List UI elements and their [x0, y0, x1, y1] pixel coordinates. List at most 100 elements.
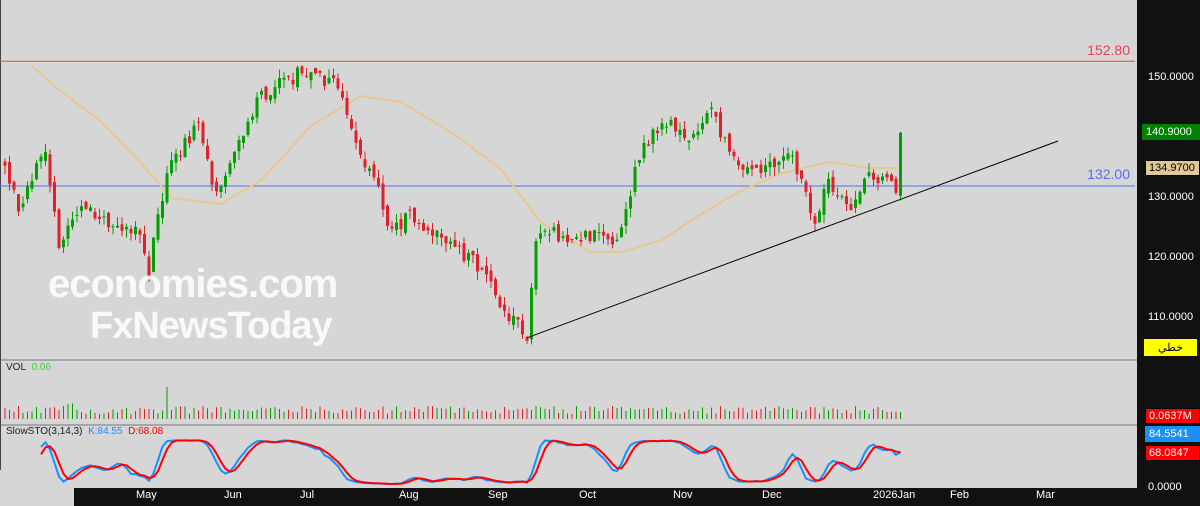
candle-body [188, 136, 191, 144]
candle-body [836, 195, 839, 197]
candle-body [530, 287, 533, 340]
candle-body [219, 186, 223, 192]
candle-body [89, 207, 92, 212]
candle-body [534, 241, 538, 290]
candle-body [75, 214, 79, 216]
candle-body [759, 164, 763, 173]
candle-body [143, 234, 146, 254]
candle-body [813, 216, 817, 224]
candle-body [498, 296, 502, 308]
candle-body [633, 167, 637, 192]
candle-body [624, 209, 628, 226]
candle-body [125, 226, 128, 230]
candle-body [404, 213, 407, 233]
candle-body [566, 234, 569, 243]
candle-body [57, 209, 61, 249]
candle-body [606, 234, 610, 240]
support-label: 132.00 [1087, 166, 1130, 182]
candle-body [809, 192, 812, 214]
candle-body [822, 189, 826, 215]
chart-mode-button[interactable]: خطي [1144, 339, 1197, 356]
candle-body [453, 239, 457, 247]
candle-body [629, 196, 632, 209]
volume-value-label: 0.0637M [1145, 408, 1200, 424]
candle-body [161, 200, 164, 218]
candle-body [35, 163, 38, 180]
candle-body [696, 131, 700, 136]
candle-body [755, 164, 758, 168]
candle-body [503, 304, 506, 311]
candle-body [831, 176, 835, 192]
candle-body [876, 177, 880, 184]
candle-body [750, 165, 754, 169]
candle-body [638, 160, 641, 164]
candle-body [710, 107, 713, 110]
candle-body [296, 67, 299, 88]
month-label: Aug [399, 489, 419, 501]
candle-body [588, 231, 592, 242]
month-label: Feb [950, 489, 969, 501]
candle-body [539, 233, 542, 239]
candle-body [444, 236, 448, 244]
candle-body [714, 111, 718, 117]
d-value-label: 68.0847 [1145, 445, 1200, 461]
candle-body [269, 95, 272, 101]
candle-body [273, 87, 277, 99]
candle-body [21, 203, 25, 208]
candle-body [552, 227, 556, 231]
candle-body [894, 178, 898, 193]
candle-body [246, 121, 250, 135]
candle-body [264, 86, 268, 100]
candle-body [701, 123, 704, 130]
candle-body [386, 205, 389, 227]
candle-body [282, 77, 286, 80]
candle-body [309, 72, 313, 81]
candle-body [26, 185, 29, 200]
watermark-logo-2: FxNewsToday [90, 305, 333, 347]
candle-body [548, 234, 551, 236]
candle-body [44, 151, 47, 161]
candle-body [12, 181, 16, 190]
candle-body [314, 67, 317, 74]
candle-body [467, 252, 470, 261]
candle-body [512, 315, 515, 325]
candle-body [336, 78, 340, 89]
candle-body [890, 174, 893, 182]
ma-value-label: 134.9700 [1145, 160, 1200, 176]
candle-body [485, 265, 488, 275]
current-price-label: 140.9000 [1142, 124, 1200, 140]
candle-body [584, 231, 587, 238]
candle-body [719, 112, 722, 138]
candle-body [417, 222, 421, 224]
candle-body [827, 178, 830, 194]
candle-body [791, 155, 794, 157]
candle-body [368, 168, 371, 171]
candle-body [179, 155, 182, 157]
tick-120: 120.0000 [1148, 251, 1194, 263]
candle-body [521, 320, 524, 335]
candle-body [804, 181, 808, 192]
candle-body [156, 214, 160, 240]
candle-body [62, 239, 65, 248]
candle-body [48, 154, 52, 186]
candle-body [300, 66, 304, 74]
price-chart[interactable] [0, 0, 1137, 506]
candle-body [165, 173, 169, 203]
candle-body [107, 212, 110, 228]
candle-body [291, 79, 295, 85]
candle-body [773, 158, 776, 168]
candle-body [471, 251, 475, 256]
candle-body [867, 172, 871, 176]
candle-body [39, 156, 43, 162]
candle-body [426, 227, 430, 231]
candle-body [489, 270, 493, 282]
candle-body [3, 161, 7, 166]
volume-title: VOL 0.06 [6, 362, 52, 373]
candle-body [840, 196, 844, 198]
candle-body [863, 178, 866, 194]
candle-body [255, 97, 259, 118]
candle-body [782, 156, 785, 161]
candle-body [390, 226, 394, 229]
candle-body [746, 167, 749, 174]
candle-body [440, 233, 443, 238]
